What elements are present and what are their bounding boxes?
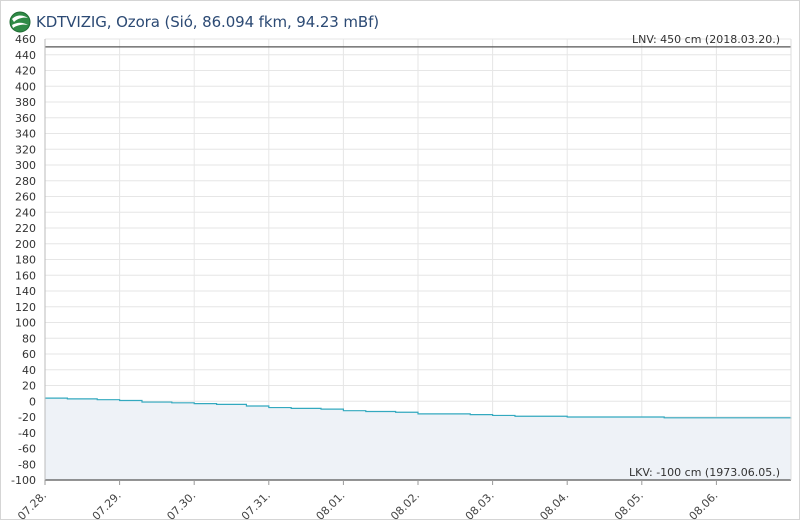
- y-tick-label: 180: [15, 254, 36, 267]
- y-tick-label: -60: [18, 443, 36, 456]
- x-tick-label: 08.03.: [463, 489, 497, 520]
- x-tick-label: 07.28.: [15, 489, 49, 520]
- y-tick-label: 460: [15, 33, 36, 46]
- y-tick-label: 100: [15, 317, 36, 330]
- y-tick-label: 0: [29, 395, 36, 408]
- x-tick-label: 07.30.: [164, 489, 198, 520]
- chart-canvas: LNV: 450 cm (2018.03.20.) LKV: -100 cm (1…: [11, 33, 792, 520]
- x-tick-label: 08.01.: [314, 489, 348, 520]
- y-tick-label: 240: [15, 206, 36, 219]
- y-tick-label: 300: [15, 159, 36, 172]
- y-tick-label: -100: [11, 474, 36, 487]
- y-tick-label: 440: [15, 49, 36, 62]
- y-tick-label: 160: [15, 269, 36, 282]
- reference-label-lkv: LKV: -100 cm (1973.06.05.): [629, 466, 780, 479]
- x-tick-label: 08.05.: [612, 489, 646, 520]
- x-axis: 07.28. 07.29. 07.30. 07.31. 08.01. 08.02. 08.0…: [15, 480, 721, 520]
- y-tick-label: 40: [22, 364, 36, 377]
- y-tick-label: 340: [15, 128, 36, 141]
- y-tick-label: 140: [15, 285, 36, 298]
- y-tick-label: -40: [18, 427, 36, 440]
- y-tick-label: -20: [18, 411, 36, 424]
- reference-label-lnv: LNV: 450 cm (2018.03.20.): [632, 33, 780, 46]
- y-tick-label: 80: [22, 332, 36, 345]
- x-tick-label: 08.02.: [388, 489, 422, 520]
- y-tick-label: 420: [15, 65, 36, 78]
- y-tick-label: -80: [18, 458, 36, 471]
- y-tick-label: 260: [15, 191, 36, 204]
- y-tick-label: 320: [15, 143, 36, 156]
- y-tick-label: 20: [22, 380, 36, 393]
- x-tick-label: 08.04.: [537, 489, 571, 520]
- y-tick-label: 280: [15, 175, 36, 188]
- x-tick-label: 07.31.: [239, 489, 273, 520]
- x-tick-label: 07.29.: [90, 489, 124, 520]
- y-tick-label: 400: [15, 80, 36, 93]
- y-tick-label: 360: [15, 112, 36, 125]
- y-tick-label: 120: [15, 301, 36, 314]
- y-tick-label: 220: [15, 222, 36, 235]
- y-tick-label: 380: [15, 96, 36, 109]
- y-tick-label: 60: [22, 348, 36, 361]
- y-tick-label: 200: [15, 238, 36, 251]
- x-tick-label: 08.06.: [687, 489, 721, 520]
